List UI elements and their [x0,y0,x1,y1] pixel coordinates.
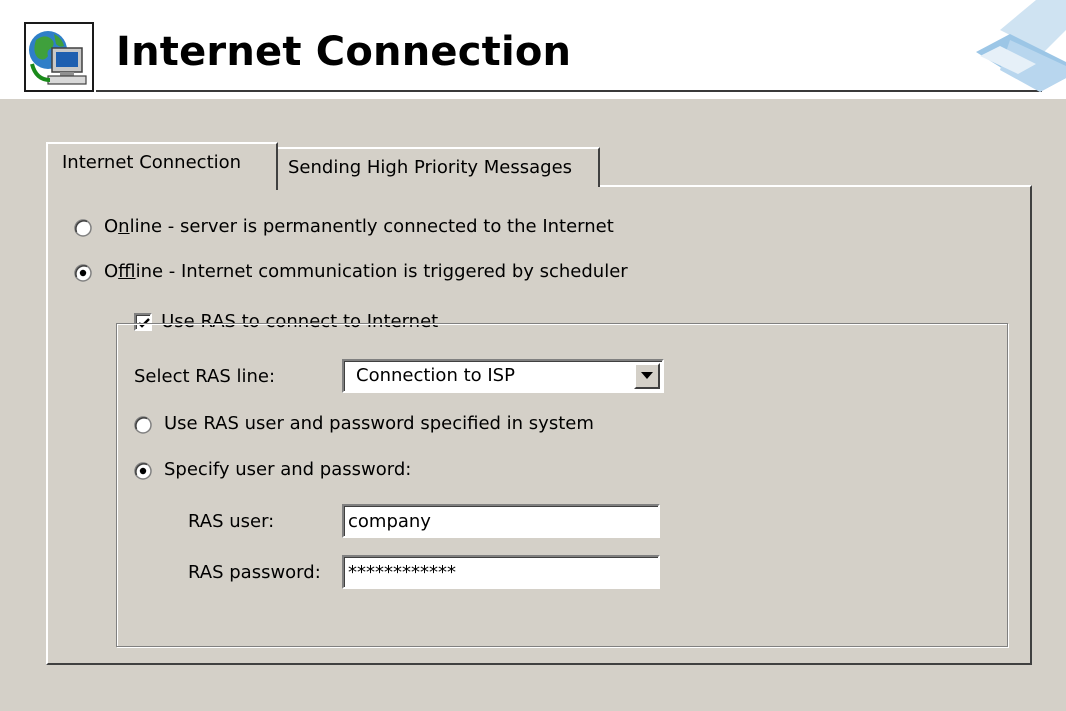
tab-internet-connection[interactable]: Internet Connection [46,142,278,190]
ras-line-selected: Connection to ISP [356,365,515,386]
auth-system-label: Use RAS user and password specified in s… [164,413,594,434]
auth-system-radio[interactable] [134,416,152,434]
offline-radio[interactable] [74,264,92,282]
brand-logo [940,0,1066,98]
tab-sending-high-priority-messages[interactable]: Sending High Priority Messages [278,147,600,187]
auth-specify-label: Specify user and password: [164,459,412,480]
ras-password-label: RAS password: [188,562,321,583]
chevron-down-icon [641,372,653,379]
header: Internet Connection [0,0,1066,99]
globe-computer-icon [24,22,94,92]
ras-user-field[interactable] [342,504,660,538]
page-title: Internet Connection [116,29,572,75]
ras-user-label: RAS user: [188,511,275,532]
ras-password-field[interactable] [342,555,660,589]
offline-label: Offline - Internet communication is trig… [104,261,628,282]
dropdown-arrow-button[interactable] [634,363,660,389]
online-label: Online - server is permanently connected… [104,216,614,237]
header-divider [96,90,1042,92]
ras-line-dropdown[interactable]: Connection to ISP [342,359,664,393]
tab-label: Sending High Priority Messages [288,157,573,178]
tab-label: Internet Connection [62,152,242,173]
select-ras-line-label: Select RAS line: [134,366,276,387]
auth-specify-radio[interactable] [134,462,152,480]
online-radio[interactable] [74,219,92,237]
